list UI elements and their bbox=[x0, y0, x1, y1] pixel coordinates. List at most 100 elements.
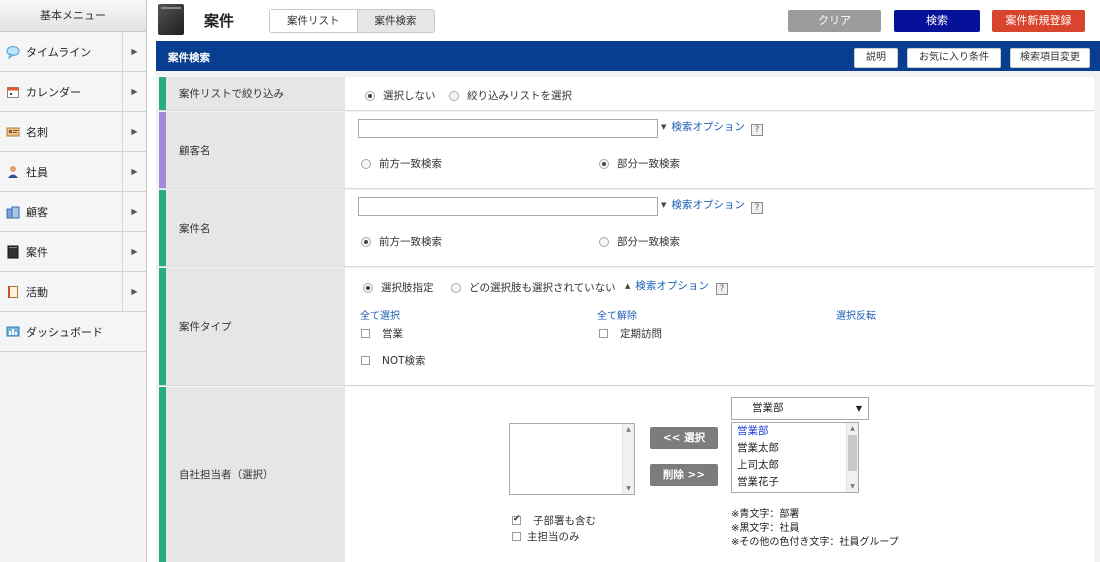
checkbox-box[interactable] bbox=[599, 329, 608, 338]
checkbox-sales[interactable]: 営業 bbox=[361, 326, 403, 341]
page-title: 案件 bbox=[204, 12, 235, 30]
customer-search-option-link[interactable]: ▼ 検索オプション bbox=[661, 119, 745, 134]
radio-no-select[interactable]: 選択しない bbox=[365, 88, 436, 103]
sidebar-item-dashboard[interactable]: ダッシュボード bbox=[0, 312, 146, 352]
add-selection-button[interactable]: << 選択 bbox=[650, 427, 718, 449]
radio-dot[interactable] bbox=[449, 90, 459, 101]
help-icon[interactable]: ? bbox=[751, 202, 763, 214]
help-icon[interactable]: ? bbox=[751, 124, 763, 136]
chevron-right-icon[interactable]: ▶ bbox=[122, 112, 146, 151]
help-icon[interactable]: ? bbox=[716, 283, 728, 295]
remove-selection-button[interactable]: 削除 >> bbox=[650, 464, 718, 486]
checkbox-box[interactable] bbox=[512, 514, 521, 525]
deselect-all-link[interactable]: 全て解除 bbox=[597, 307, 637, 322]
chevron-down-icon: ▼ bbox=[855, 404, 862, 413]
note-dept: ※青文字：部署 bbox=[731, 509, 800, 520]
radio-partial-match[interactable]: 部分一致検索 bbox=[599, 156, 680, 171]
list-item[interactable]: 上司太郎 bbox=[732, 457, 858, 474]
case-name-input[interactable] bbox=[358, 197, 658, 216]
new-case-button[interactable]: 案件新規登録 bbox=[992, 10, 1085, 32]
tab-case-list[interactable]: 案件リスト bbox=[270, 10, 357, 32]
checkbox-main-owner-only[interactable]: 主担当のみ bbox=[512, 529, 580, 544]
sidebar-item-business-card[interactable]: 名刺 ▶ bbox=[0, 112, 146, 152]
radio-partial-match[interactable]: 部分一致検索 bbox=[599, 234, 680, 249]
department-select[interactable]: 営業部 ▼ bbox=[731, 397, 869, 420]
clear-button[interactable]: クリア bbox=[788, 10, 881, 32]
sidebar-item-label: タイムライン bbox=[26, 45, 92, 59]
scroll-up-icon[interactable]: ▲ bbox=[623, 424, 634, 435]
checkbox-regular-visit[interactable]: 定期訪問 bbox=[599, 326, 662, 341]
checkbox-box[interactable] bbox=[361, 356, 370, 365]
chevron-right-icon[interactable]: ▶ bbox=[122, 232, 146, 271]
chevron-right-icon[interactable]: ▶ bbox=[122, 192, 146, 231]
help-button[interactable]: 説明 bbox=[854, 48, 898, 68]
radio-prefix-match[interactable]: 前方一致検索 bbox=[361, 234, 442, 249]
tab-bar: 案件リスト 案件検索 bbox=[269, 9, 435, 33]
invert-selection-link[interactable]: 選択反転 bbox=[836, 307, 876, 322]
chevron-right-icon[interactable]: ▶ bbox=[122, 32, 146, 71]
field-label: 自社担当者（選択） bbox=[159, 387, 345, 562]
scroll-down-icon[interactable]: ▼ bbox=[847, 481, 858, 492]
sidebar: 基本メニュー タイムライン ▶ カレンダー ▶ 名刺 ▶ 社員 ▶ 顧客 ▶ 案… bbox=[0, 0, 147, 562]
field-label: 案件リストで絞り込み bbox=[159, 77, 345, 110]
scrollbar[interactable]: ▲ ▼ bbox=[622, 424, 634, 494]
sidebar-item-employee[interactable]: 社員 ▶ bbox=[0, 152, 146, 192]
radio-dot[interactable] bbox=[361, 236, 371, 247]
radio-dot[interactable] bbox=[599, 236, 609, 247]
candidate-owner-list[interactable]: 営業部 営業太郎 上司太郎 営業花子 ▲ ▼ bbox=[731, 422, 859, 493]
sidebar-item-customer[interactable]: 顧客 ▶ bbox=[0, 192, 146, 232]
radio-dot[interactable] bbox=[363, 282, 373, 293]
sidebar-item-activity[interactable]: 活動 ▶ bbox=[0, 272, 146, 312]
change-search-fields-button[interactable]: 検索項目変更 bbox=[1010, 48, 1090, 68]
chevron-right-icon[interactable]: ▶ bbox=[122, 152, 146, 191]
radio-choice-specified[interactable]: 選択肢指定 bbox=[363, 280, 434, 295]
favorite-conditions-button[interactable]: お気に入り条件 bbox=[907, 48, 1001, 68]
scrollbar[interactable]: ▲ ▼ bbox=[846, 423, 858, 492]
radio-dot[interactable] bbox=[361, 158, 371, 169]
radio-dot[interactable] bbox=[365, 90, 375, 101]
selected-owner-list[interactable]: ▲ ▼ bbox=[509, 423, 635, 495]
case-type-search-option-link[interactable]: ▲ 検索オプション bbox=[625, 278, 709, 293]
checkbox-include-sub-departments[interactable]: 子部署も含む bbox=[512, 513, 596, 528]
checkbox-box[interactable] bbox=[361, 329, 370, 338]
sidebar-item-label: 案件 bbox=[26, 245, 48, 259]
caret-down-icon: ▼ bbox=[661, 200, 667, 209]
radio-dot[interactable] bbox=[599, 158, 609, 169]
chevron-right-icon[interactable]: ▶ bbox=[122, 272, 146, 311]
sidebar-item-case[interactable]: 案件 ▶ bbox=[0, 232, 146, 272]
checkbox-not-search[interactable]: NOT検索 bbox=[361, 353, 426, 368]
sidebar-item-label: 顧客 bbox=[26, 205, 48, 219]
field-label: 案件名 bbox=[159, 190, 345, 266]
sidebar-item-timeline[interactable]: タイムライン ▶ bbox=[0, 32, 146, 72]
tab-case-search[interactable]: 案件検索 bbox=[356, 10, 434, 32]
sidebar-item-calendar[interactable]: カレンダー ▶ bbox=[0, 72, 146, 112]
radio-prefix-match[interactable]: 前方一致検索 bbox=[361, 156, 442, 171]
building-icon bbox=[6, 205, 20, 219]
legend-notes: ※青文字：部署 ※黒文字：社員 ※その他の色付き文字：社員グループ bbox=[731, 508, 899, 550]
business-card-icon bbox=[6, 125, 20, 139]
speech-bubble-icon bbox=[6, 45, 20, 59]
case-icon bbox=[6, 245, 20, 259]
checkbox-box[interactable] bbox=[512, 532, 521, 541]
sidebar-item-label: 名刺 bbox=[26, 125, 48, 139]
dashboard-icon bbox=[6, 325, 20, 339]
case-name-search-option-link[interactable]: ▼ 検索オプション bbox=[661, 197, 745, 212]
scroll-up-icon[interactable]: ▲ bbox=[847, 423, 858, 434]
select-all-link[interactable]: 全て選択 bbox=[360, 307, 400, 322]
notebook-icon bbox=[6, 285, 20, 299]
field-label: 顧客名 bbox=[159, 112, 345, 188]
note-group: ※その他の色付き文字：社員グループ bbox=[731, 537, 899, 548]
list-item[interactable]: 営業部 bbox=[732, 423, 858, 440]
radio-select-filter-list[interactable]: 絞り込みリストを選択 bbox=[449, 88, 572, 103]
list-item[interactable]: 営業花子 bbox=[732, 474, 858, 491]
sidebar-item-label: 活動 bbox=[26, 285, 48, 299]
radio-dot[interactable] bbox=[451, 282, 461, 293]
scroll-down-icon[interactable]: ▼ bbox=[623, 483, 634, 494]
customer-name-input[interactable] bbox=[358, 119, 658, 138]
scroll-thumb[interactable] bbox=[848, 435, 857, 471]
chevron-right-icon[interactable]: ▶ bbox=[122, 72, 146, 111]
search-button[interactable]: 検索 bbox=[894, 10, 980, 32]
radio-none-selected[interactable]: どの選択肢も選択されていない bbox=[451, 280, 616, 295]
section-bar: 案件検索 説明 お気に入り条件 検索項目変更 bbox=[156, 41, 1100, 71]
list-item[interactable]: 営業太郎 bbox=[732, 440, 858, 457]
